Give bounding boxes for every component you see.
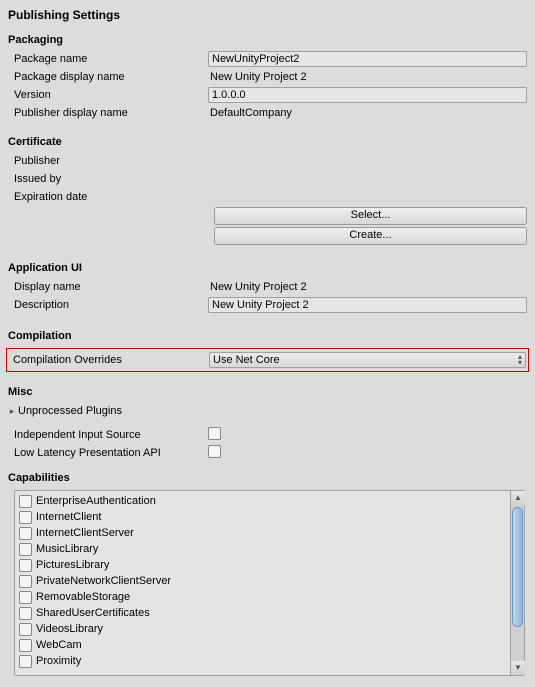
- create-certificate-button[interactable]: Create...: [214, 227, 527, 245]
- publisher-label: Publisher: [8, 155, 208, 167]
- panel-title: Publishing Settings: [6, 4, 529, 28]
- low-latency-checkbox[interactable]: [208, 445, 221, 458]
- foldout-arrow-icon: ▸: [6, 406, 18, 417]
- scroll-up-icon[interactable]: ▲: [511, 491, 525, 505]
- capability-item: InternetClient: [19, 509, 506, 525]
- capability-checkbox[interactable]: [19, 559, 32, 572]
- version-field[interactable]: [208, 87, 527, 103]
- description-label: Description: [8, 299, 208, 311]
- compilation-heading: Compilation: [6, 324, 529, 346]
- capability-label: VideosLibrary: [36, 623, 103, 635]
- package-name-field[interactable]: [208, 51, 527, 67]
- scroll-down-icon[interactable]: ▼: [511, 661, 525, 675]
- compilation-overrides-highlight: Compilation Overrides Use Net Core ▴▾: [6, 348, 529, 372]
- capability-checkbox[interactable]: [19, 591, 32, 604]
- unprocessed-plugins-foldout[interactable]: ▸ Unprocessed Plugins: [6, 402, 529, 420]
- publisher-display-name-value: DefaultCompany: [208, 107, 527, 119]
- capability-item: SharedUserCertificates: [19, 605, 506, 621]
- independent-input-checkbox[interactable]: [208, 427, 221, 440]
- capability-checkbox[interactable]: [19, 543, 32, 556]
- publisher-display-name-label: Publisher display name: [8, 107, 208, 119]
- capability-item: Proximity: [19, 653, 506, 669]
- capability-item: WebCam: [19, 637, 506, 653]
- package-display-name-value: New Unity Project 2: [208, 71, 527, 83]
- capabilities-scrollbar[interactable]: ▲ ▼: [510, 491, 524, 675]
- capability-item: MusicLibrary: [19, 541, 506, 557]
- independent-input-label: Independent Input Source: [8, 429, 208, 441]
- capability-item: PrivateNetworkClientServer: [19, 573, 506, 589]
- capability-checkbox[interactable]: [19, 623, 32, 636]
- scroll-thumb[interactable]: [512, 507, 523, 627]
- dropdown-arrows-icon: ▴▾: [518, 354, 522, 366]
- version-label: Version: [8, 89, 208, 101]
- capabilities-listbox: EnterpriseAuthentication InternetClient In…: [14, 490, 525, 676]
- packaging-heading: Packaging: [6, 28, 529, 50]
- package-name-label: Package name: [8, 53, 208, 65]
- capabilities-heading: Capabilities: [6, 466, 529, 488]
- capability-item: InternetClientServer: [19, 525, 506, 541]
- display-name-value: New Unity Project 2: [208, 281, 527, 293]
- capability-label: InternetClientServer: [36, 527, 134, 539]
- capability-label: RemovableStorage: [36, 591, 130, 603]
- compilation-overrides-value: Use Net Core: [213, 354, 280, 366]
- low-latency-label: Low Latency Presentation API: [8, 447, 208, 459]
- description-field[interactable]: [208, 297, 527, 313]
- publishing-settings-panel: Publishing Settings Packaging Package na…: [0, 0, 535, 687]
- capability-checkbox[interactable]: [19, 495, 32, 508]
- compilation-overrides-label: Compilation Overrides: [9, 354, 209, 366]
- capability-label: MusicLibrary: [36, 543, 98, 555]
- unprocessed-plugins-label: Unprocessed Plugins: [18, 405, 122, 417]
- misc-heading: Misc: [6, 380, 529, 402]
- expiration-date-label: Expiration date: [8, 191, 208, 203]
- capability-checkbox[interactable]: [19, 655, 32, 668]
- capability-checkbox[interactable]: [19, 575, 32, 588]
- select-certificate-button[interactable]: Select...: [214, 207, 527, 225]
- compilation-overrides-dropdown[interactable]: Use Net Core ▴▾: [209, 352, 526, 368]
- certificate-heading: Certificate: [6, 130, 529, 152]
- capability-label: Proximity: [36, 655, 81, 667]
- capability-label: PrivateNetworkClientServer: [36, 575, 171, 587]
- issued-by-label: Issued by: [8, 173, 208, 185]
- capability-label: InternetClient: [36, 511, 101, 523]
- capability-checkbox[interactable]: [19, 607, 32, 620]
- capability-item: RemovableStorage: [19, 589, 506, 605]
- capability-label: EnterpriseAuthentication: [36, 495, 156, 507]
- application-ui-heading: Application UI: [6, 256, 529, 278]
- capability-label: PicturesLibrary: [36, 559, 109, 571]
- package-display-name-label: Package display name: [8, 71, 208, 83]
- display-name-label: Display name: [8, 281, 208, 293]
- capability-item: EnterpriseAuthentication: [19, 493, 506, 509]
- capability-checkbox[interactable]: [19, 527, 32, 540]
- capability-item: PicturesLibrary: [19, 557, 506, 573]
- capability-checkbox[interactable]: [19, 511, 32, 524]
- capability-item: VideosLibrary: [19, 621, 506, 637]
- capability-label: WebCam: [36, 639, 82, 651]
- capability-label: SharedUserCertificates: [36, 607, 150, 619]
- capability-checkbox[interactable]: [19, 639, 32, 652]
